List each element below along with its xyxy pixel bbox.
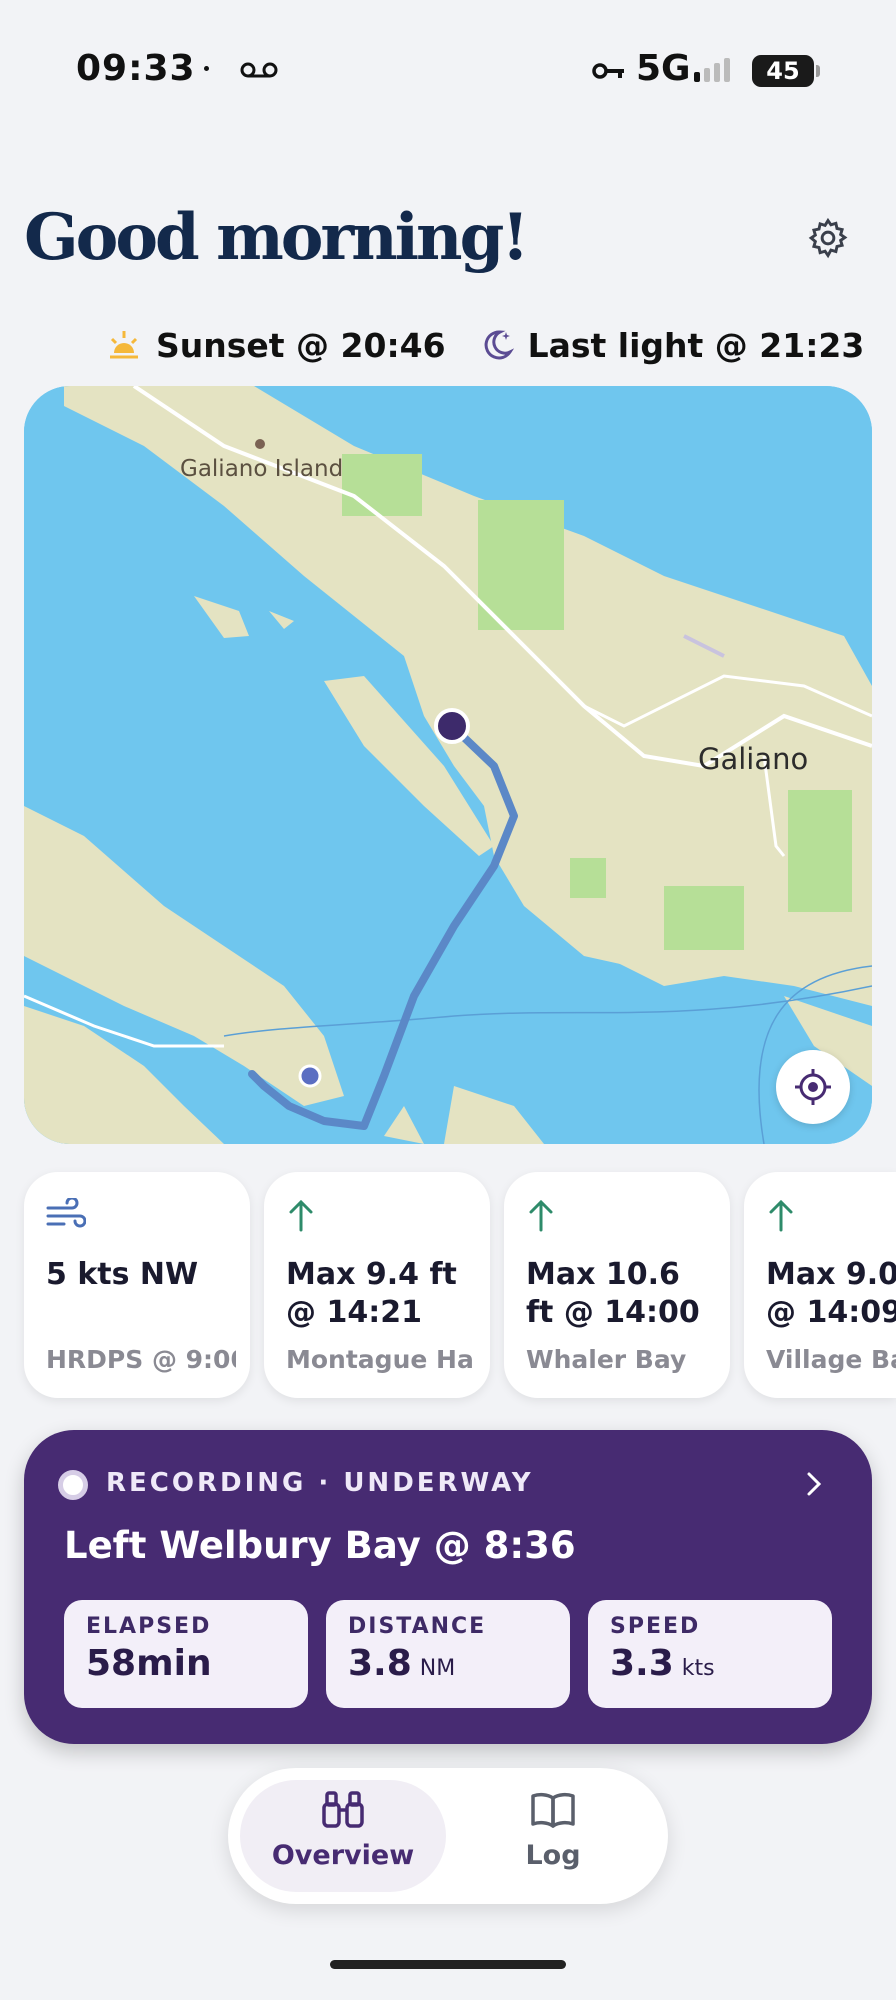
tide-location: Whaler Bay	[526, 1345, 687, 1374]
nav-label-log: Log	[525, 1840, 581, 1871]
speed-unit: kts	[681, 1656, 715, 1681]
tide-card-whaler[interactable]: Max 10.6 ft @ 14:00 Whaler Bay	[504, 1172, 730, 1398]
arrow-up-icon	[529, 1199, 553, 1232]
wind-source: HRDPS @ 9:00	[46, 1345, 236, 1374]
chevron-right-icon[interactable]	[800, 1470, 828, 1498]
tide-value: Max 9.0 ft @ 14:09	[766, 1257, 896, 1330]
map-label-galiano: Galiano	[698, 742, 809, 776]
distance-label: DISTANCE	[348, 1614, 487, 1639]
elapsed-label: ELAPSED	[86, 1614, 212, 1639]
tide-location: Montague Ha...	[286, 1345, 476, 1374]
tide-location: Village Bay	[766, 1345, 896, 1374]
sunset-time: Sunset @ 20:46	[156, 325, 446, 365]
status-dot	[204, 66, 209, 71]
tide-card-village[interactable]: Max 9.0 ft @ 14:09 Village Bay	[744, 1172, 896, 1398]
status-time: 09:33	[76, 48, 196, 89]
recording-indicator	[58, 1470, 88, 1500]
wind-value: 5 kts NW	[46, 1257, 199, 1292]
map-label-galiano-island: Galiano Island	[180, 456, 344, 482]
tide-value: Max 10.6 ft @ 14:00	[526, 1257, 700, 1330]
recording-status: RECORDING · UNDERWAY	[106, 1468, 534, 1498]
elapsed-value: 58min	[86, 1643, 212, 1684]
voicemail-icon	[240, 62, 278, 78]
sun-times-row: Sunset @ 20:46 Last light @ 21:23	[106, 322, 864, 368]
speed-value: 3.3	[610, 1643, 674, 1684]
home-indicator[interactable]	[330, 1960, 566, 1969]
elapsed-stat: ELAPSED 58min	[64, 1600, 308, 1708]
tide-card-montague[interactable]: Max 9.4 ft @ 14:21 Montague Ha...	[264, 1172, 490, 1398]
moon-icon	[484, 330, 514, 360]
arrow-up-icon	[289, 1199, 313, 1232]
distance-value: 3.8	[348, 1643, 412, 1684]
speed-stat: SPEED 3.3 kts	[588, 1600, 832, 1708]
nav-label-overview: Overview	[271, 1840, 415, 1871]
greeting-title: Good morning!	[24, 200, 529, 275]
nav-tab-overview[interactable]: Overview	[240, 1790, 446, 1871]
distance-unit: NM	[419, 1656, 456, 1681]
arrow-up-icon	[769, 1199, 793, 1232]
distance-stat: DISTANCE 3.8 NM	[326, 1600, 570, 1708]
book-icon	[531, 1792, 575, 1828]
binoculars-icon	[322, 1791, 364, 1828]
battery-tip	[816, 65, 820, 77]
trip-title: Left Welbury Bay @ 8:36	[64, 1524, 576, 1567]
wind-card[interactable]: 5 kts NW HRDPS @ 9:00	[24, 1172, 250, 1398]
sunset-icon	[110, 331, 138, 359]
locate-me-button[interactable]	[776, 1050, 850, 1124]
settings-gear-icon[interactable]	[806, 216, 850, 260]
network-type: 5G	[636, 48, 691, 89]
last-light-time: Last light @ 21:23	[527, 325, 865, 365]
speed-label: SPEED	[610, 1614, 701, 1639]
tide-value: Max 9.4 ft @ 14:21	[286, 1257, 457, 1330]
nav-tab-log[interactable]: Log	[450, 1790, 656, 1871]
vpn-key-icon	[592, 63, 624, 79]
battery-level: 45	[752, 55, 814, 87]
wind-icon	[46, 1196, 87, 1228]
signal-icon	[694, 58, 730, 82]
crosshair-icon	[795, 1069, 831, 1105]
